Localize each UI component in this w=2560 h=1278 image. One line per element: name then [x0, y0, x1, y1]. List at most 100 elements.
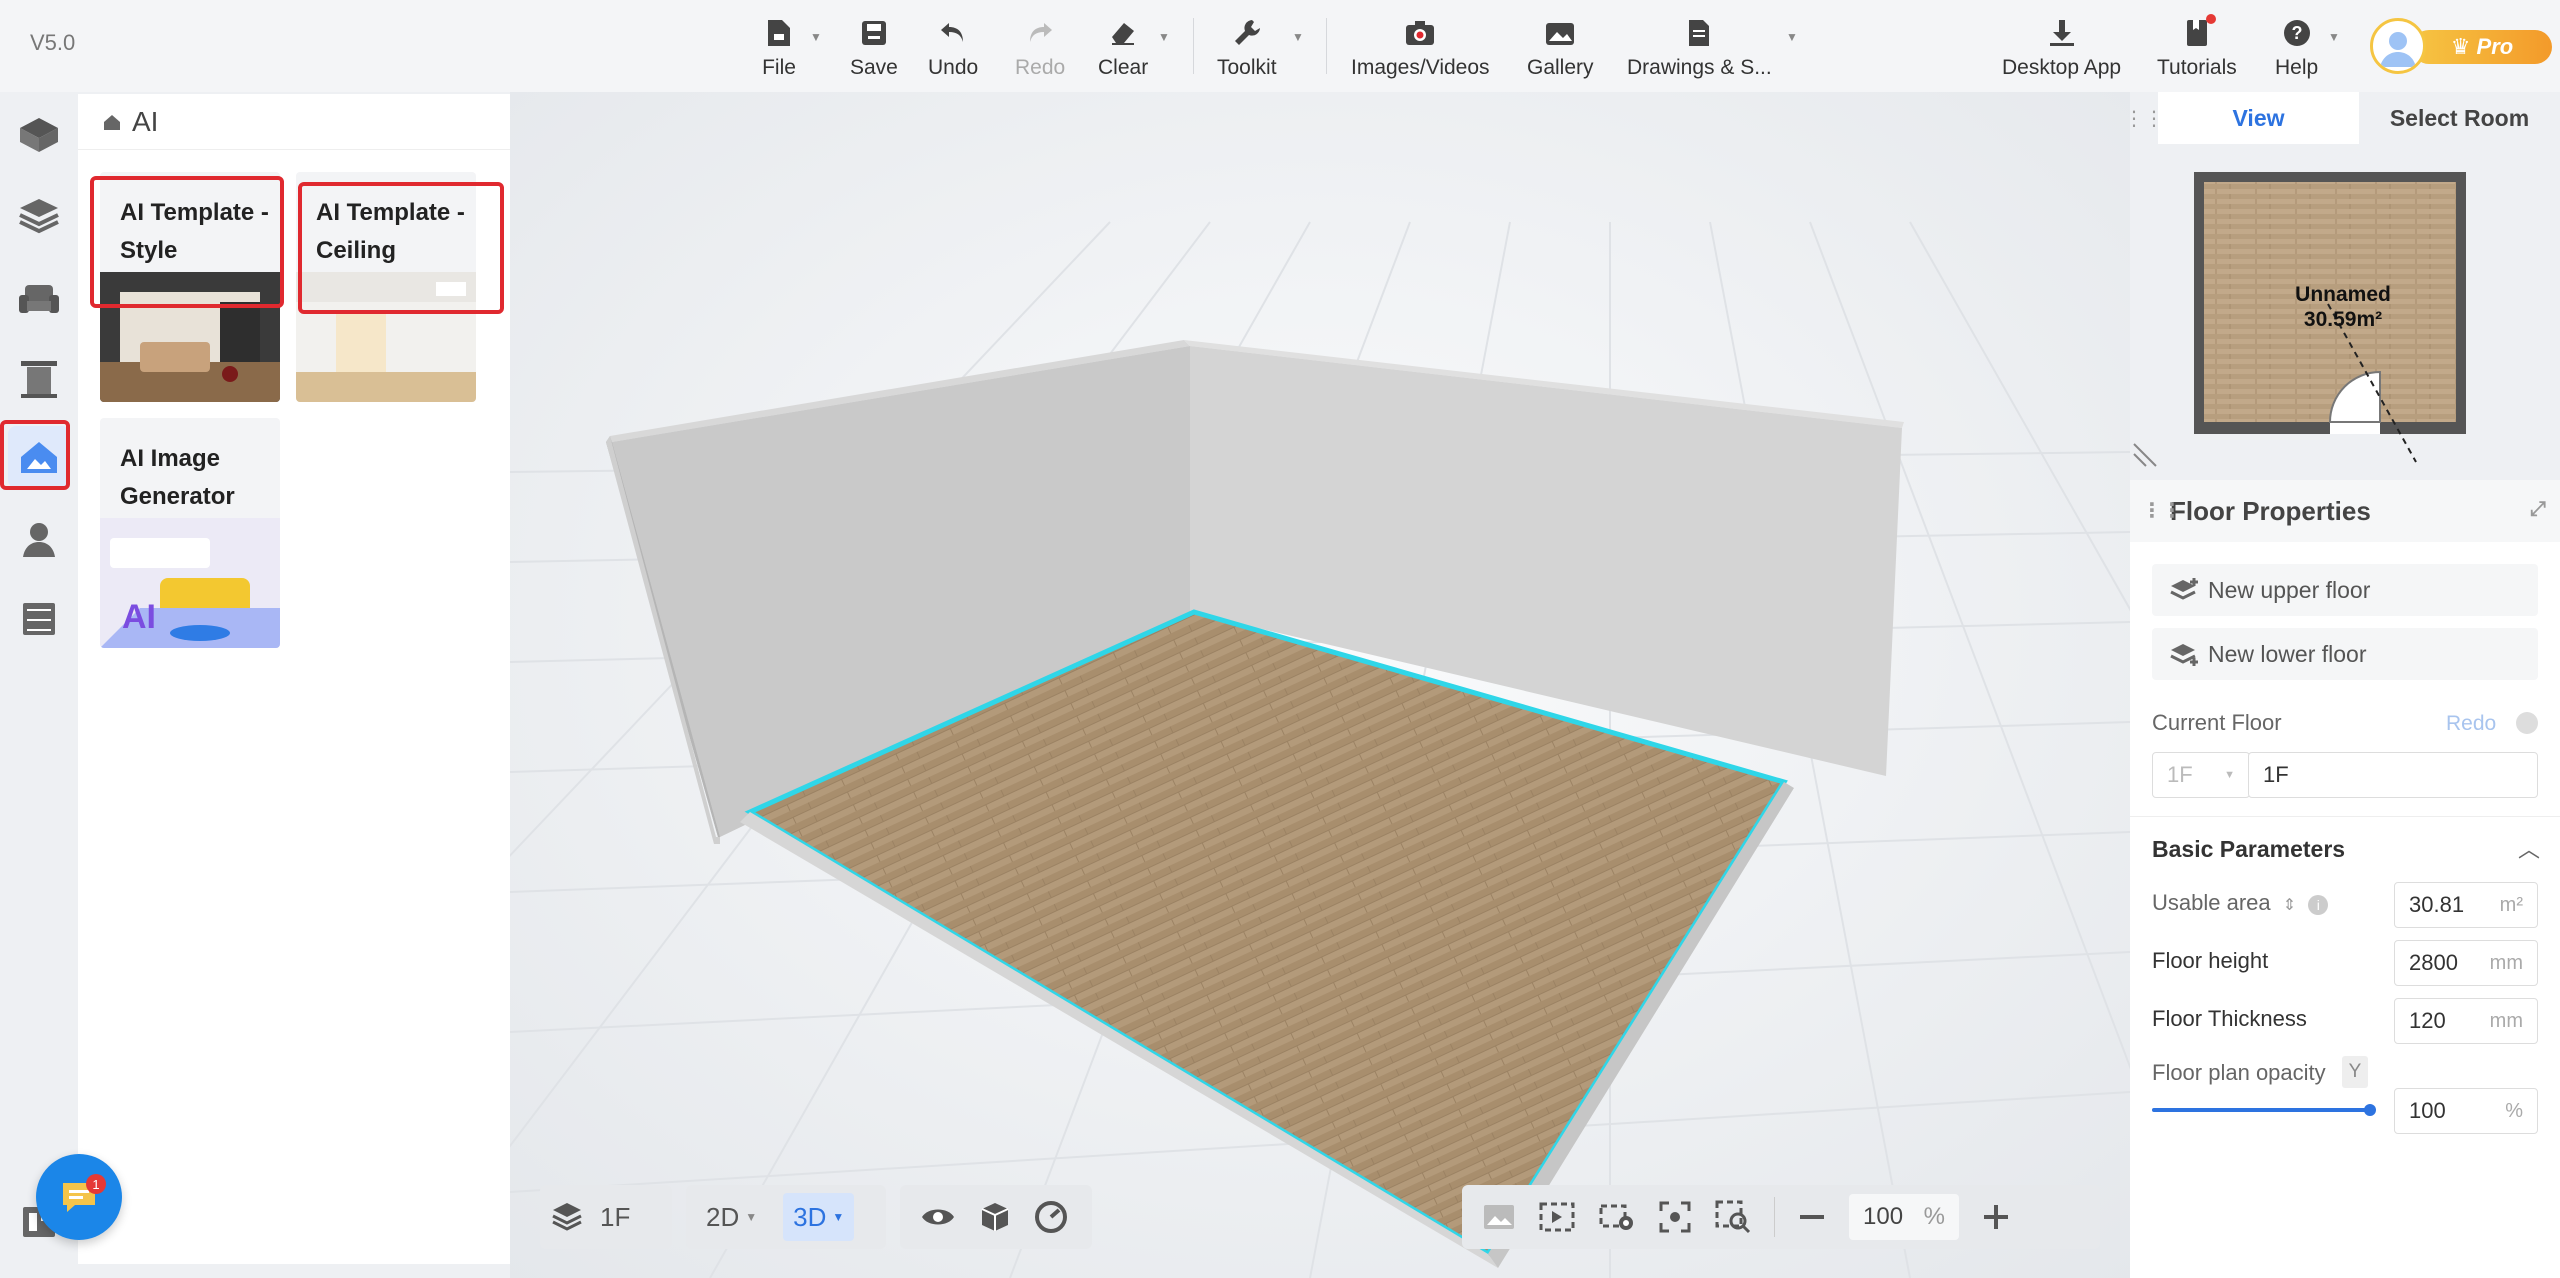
ai-template-style-card[interactable]: AI Template - Style: [100, 172, 280, 402]
new-lower-floor-button[interactable]: New lower floor: [2152, 628, 2538, 680]
left-navigation-rail: [0, 92, 78, 1278]
help-label: Help: [2275, 56, 2319, 79]
help-button[interactable]: ? Help: [2275, 12, 2318, 80]
minimap-panel: ⋮⋮ View Select Room Unnamed 30.59m²: [2124, 92, 2560, 472]
rail-ai-button[interactable]: [8, 426, 70, 488]
file-caret-icon[interactable]: ▼: [810, 30, 822, 44]
rail-layers-button[interactable]: [8, 184, 70, 246]
zoom-level-input[interactable]: 100 %: [1849, 1194, 1959, 1240]
opacity-slider-track[interactable]: [2152, 1108, 2370, 1112]
undo-button[interactable]: Undo: [928, 12, 978, 80]
opacity-label: Floor plan opacity: [2152, 1060, 2326, 1085]
drawings-button[interactable]: Drawings & S...: [1627, 12, 1772, 80]
help-caret-icon[interactable]: ▼: [2328, 30, 2340, 44]
gauge-icon[interactable]: [1034, 1200, 1068, 1234]
pro-badge[interactable]: ♛ Pro: [2412, 30, 2552, 64]
3d-scene[interactable]: [510, 92, 2130, 1278]
3d-viewport[interactable]: 1F 2D ▼ 3D ▼ 100 %: [510, 92, 2130, 1278]
chevron-down-icon: ▼: [832, 1210, 845, 1224]
rail-furniture-button[interactable]: [8, 268, 70, 330]
crown-icon: ♛: [2450, 34, 2471, 59]
gallery-icon: [1543, 16, 1577, 50]
zoom-out-icon[interactable]: [1797, 1202, 1827, 1232]
rail-doors-windows-button[interactable]: [8, 348, 70, 410]
current-floor-select-value: 1F: [2167, 762, 2193, 787]
toolkit-button[interactable]: Toolkit: [1217, 12, 1277, 80]
redo-label: Redo: [1015, 56, 1066, 79]
file-menu-button[interactable]: File: [762, 12, 796, 80]
floor-properties-panel: ⋮⋮ Floor Properties ⤢ New upper floor Ne…: [2130, 480, 2560, 1278]
camera-icon: [1403, 16, 1437, 50]
drawings-label: Drawings & S...: [1627, 56, 1772, 79]
usable-area-label-text: Usable area: [2152, 890, 2271, 915]
cabinet-icon: [23, 603, 55, 635]
ai-template-ceiling-card[interactable]: AI Template - Ceiling: [296, 172, 476, 402]
info-icon[interactable]: i: [2308, 895, 2329, 915]
box-icon[interactable]: [978, 1200, 1012, 1234]
new-upper-floor-button[interactable]: New upper floor: [2152, 564, 2538, 616]
tutorials-label: Tutorials: [2157, 56, 2237, 79]
floor-plan-minimap[interactable]: Unnamed 30.59m²: [2130, 144, 2560, 472]
current-floor-name-input[interactable]: 1F: [2248, 752, 2538, 798]
usable-area-field[interactable]: 30.81 m²: [2394, 882, 2538, 928]
focus-icon[interactable]: [1658, 1200, 1692, 1234]
tab-select-room[interactable]: Select Room: [2359, 92, 2560, 144]
rail-structure-button[interactable]: [8, 104, 70, 166]
drawings-caret-icon[interactable]: ▼: [1786, 30, 1798, 44]
chat-support-button[interactable]: 1: [36, 1154, 122, 1240]
view-mode-toggle[interactable]: 2D ▼ 3D ▼: [686, 1185, 886, 1249]
drawing-icon: [1682, 16, 1716, 50]
ai-catalog-panel: AI AI Template - Style AI Template - Cei…: [78, 94, 510, 1264]
clear-button[interactable]: Clear: [1098, 12, 1148, 80]
tutorials-button[interactable]: Tutorials: [2157, 12, 2237, 80]
zoom-value: 100: [1863, 1203, 1904, 1230]
floor-properties-title: Floor Properties: [2170, 495, 2371, 526]
redo-link[interactable]: Redo: [2446, 712, 2496, 736]
tab-view[interactable]: View: [2158, 92, 2359, 144]
floor-thickness-value: 120: [2409, 1008, 2446, 1033]
region-select-icon[interactable]: [1538, 1201, 1576, 1233]
opacity-slider-thumb[interactable]: [2364, 1104, 2376, 1116]
floor-thickness-field[interactable]: 120 mm: [2394, 998, 2538, 1044]
image-icon[interactable]: [1482, 1203, 1516, 1231]
floor-height-label: Floor height: [2152, 948, 2269, 973]
drag-handle-icon[interactable]: ⋮⋮: [2124, 92, 2164, 144]
images-videos-button[interactable]: Images/Videos: [1351, 12, 1490, 80]
sort-icon[interactable]: ⇕: [2283, 897, 2296, 914]
right-properties-panel: ⋮⋮ View Select Room Unnamed 30.59m² ⋮⋮ F…: [2124, 92, 2560, 1278]
mode-2d-button[interactable]: 2D ▼: [696, 1193, 767, 1241]
expand-icon[interactable]: ⤢: [2530, 498, 2546, 521]
chat-badge: 1: [86, 1174, 106, 1194]
top-toolbar: V5.0 File ▼ Save Undo Redo Clear ▼ Toolk…: [0, 0, 2560, 92]
camera-zoom-toolbar: 100 %: [1462, 1185, 2100, 1249]
rail-cabinet-button[interactable]: [8, 588, 70, 650]
floor-height-field[interactable]: 2800 mm: [2394, 940, 2538, 986]
undo-icon: [936, 16, 970, 50]
redo-button[interactable]: Redo: [1015, 12, 1065, 80]
account-pro-badge[interactable]: ♛ Pro: [2370, 18, 2560, 74]
usable-area-label: Usable area ⇕ i: [2152, 890, 2329, 916]
new-upper-floor-label: New upper floor: [2208, 576, 2371, 603]
ai-image-generator-card[interactable]: AI Image Generator AI: [100, 418, 280, 648]
chevron-up-icon[interactable]: ︿: [2518, 832, 2540, 864]
rail-user-button[interactable]: [8, 508, 70, 570]
section-divider: [2130, 816, 2560, 817]
gallery-button[interactable]: Gallery: [1527, 12, 1594, 80]
save-button[interactable]: Save: [850, 12, 898, 80]
zoom-in-icon[interactable]: [1981, 1202, 2011, 1232]
mode-3d-button[interactable]: 3D ▼: [783, 1193, 855, 1241]
desktop-app-button[interactable]: Desktop App: [2002, 12, 2121, 80]
toolkit-caret-icon[interactable]: ▼: [1292, 30, 1304, 44]
toolbar-divider: [1193, 18, 1194, 74]
eye-icon[interactable]: [920, 1204, 956, 1230]
avatar[interactable]: [2370, 18, 2426, 74]
drag-handle-icon[interactable]: ⋮⋮: [2142, 498, 2182, 523]
clear-caret-icon[interactable]: ▼: [1158, 30, 1170, 44]
zoom-fit-icon[interactable]: [1714, 1199, 1752, 1235]
new-lower-floor-label: New lower floor: [2208, 640, 2367, 667]
current-floor-select[interactable]: 1F ▼: [2152, 752, 2250, 798]
opacity-field[interactable]: 100 %: [2394, 1088, 2538, 1134]
opacity-slider-fill: [2152, 1108, 2370, 1112]
camera-settings-icon[interactable]: [1598, 1201, 1636, 1233]
floor-switcher[interactable]: 1F: [540, 1185, 672, 1249]
